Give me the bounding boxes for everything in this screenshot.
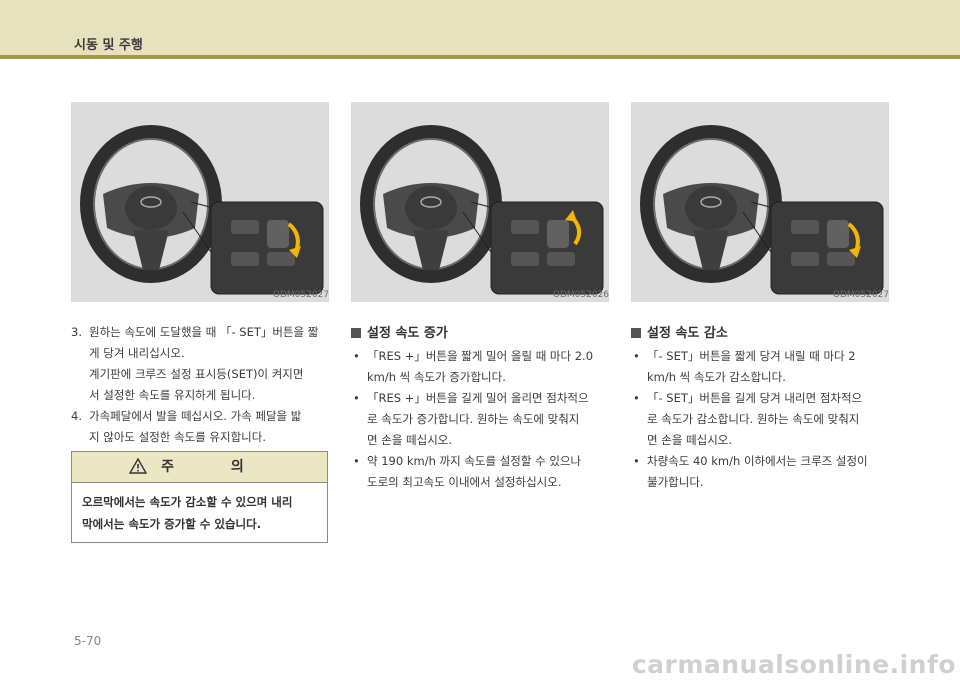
text-line: 「- SET」버튼을 길게 당겨 내리면 점차적으 xyxy=(647,391,863,405)
figure-3-caption: ODM052027 xyxy=(832,290,889,300)
list-item: 4. 가속페달에서 발을 떼십시오. 가속 페달을 밟 지 않아도 설정한 속도… xyxy=(71,406,333,448)
text-line: 가속페달에서 발을 떼십시오. 가속 페달을 밟 xyxy=(89,409,302,423)
middle-column: • 「RES +」버튼을 짧게 밀어 올릴 때 마다 2.0 km/h 씩 속도… xyxy=(351,346,613,493)
text-line: 로 속도가 감소합니다. 원하는 속도에 맞춰지 xyxy=(647,412,860,426)
text-line: 로 속도가 증가합니다. 원하는 속도에 맞춰지 xyxy=(367,412,580,426)
steering-wheel-icon xyxy=(80,125,222,283)
caution-header: 주 의 xyxy=(72,452,327,483)
text-line: 「RES +」버튼을 길게 밀어 올리면 점차적으 xyxy=(367,391,589,405)
text-line: 「- SET」버튼을 짧게 당겨 내릴 때 마다 2 xyxy=(647,349,856,363)
list-number: 4. xyxy=(71,409,82,423)
text-line: 면 손을 떼십시오. xyxy=(367,433,453,447)
cruise-control-switch-zoom xyxy=(770,201,884,295)
text-line: 도로의 최고속도 이내에서 설정하십시오. xyxy=(367,475,562,489)
page-header: 시동 및 주행 xyxy=(0,0,960,55)
steering-wheel-figure-2 xyxy=(351,102,609,302)
list-item: 3. 원하는 속도에 도달했을 때 「- SET」버튼을 짧 게 당겨 내리십시… xyxy=(71,322,333,406)
bullet-icon: • xyxy=(353,391,360,405)
text-line: 차량속도 40 km/h 이하에서는 크루즈 설정이 xyxy=(647,454,868,468)
right-column: • 「- SET」버튼을 짧게 당겨 내릴 때 마다 2 km/h 씩 속도가 … xyxy=(631,346,893,493)
caution-box: 주 의 오르막에서는 속도가 감소할 수 있으며 내리 막에서는 속도가 증가할… xyxy=(71,451,328,543)
warning-triangle-icon xyxy=(128,455,148,485)
caution-body: 오르막에서는 속도가 감소할 수 있으며 내리 막에서는 속도가 증가할 수 있… xyxy=(72,483,327,543)
square-bullet-icon xyxy=(631,328,641,338)
text-line: 「RES +」버튼을 짧게 밀어 올릴 때 마다 2.0 xyxy=(367,349,594,363)
list-item: • 약 190 km/h 까지 속도를 설정할 수 있으나 도로의 최고속도 이… xyxy=(351,451,613,493)
steering-wheel-figure-1 xyxy=(71,102,329,302)
page-number: 5-70 xyxy=(74,634,102,648)
cruise-control-switch-zoom xyxy=(210,201,324,295)
bullet-icon: • xyxy=(353,349,360,363)
text-line: km/h 씩 속도가 증가합니다. xyxy=(367,370,506,384)
bullet-icon: • xyxy=(353,454,360,468)
text-line: km/h 씩 속도가 감소합니다. xyxy=(647,370,786,384)
figure-2-caption: ODM052026 xyxy=(552,290,609,300)
text-line: 게 당겨 내리십시오. xyxy=(89,346,185,360)
heading-text: 설정 속도 감소 xyxy=(647,326,728,341)
steering-wheel-icon xyxy=(360,125,502,283)
text-line: 계기판에 크루즈 설정 표시등(SET)이 켜지면 xyxy=(89,367,304,381)
list-item: • 「- SET」버튼을 짧게 당겨 내릴 때 마다 2 km/h 씩 속도가 … xyxy=(631,346,893,388)
bullet-icon: • xyxy=(633,349,640,363)
text-line: 막에서는 속도가 증가할 수 있습니다. xyxy=(82,517,262,531)
watermark: carmanualsonline.info xyxy=(631,650,956,679)
text-line: 서 설정한 속도를 유지하게 됩니다. xyxy=(89,388,256,402)
list-item: • 차량속도 40 km/h 이하에서는 크루즈 설정이 불가합니다. xyxy=(631,451,893,493)
cruise-control-switch-zoom xyxy=(490,201,604,295)
steering-wheel-icon xyxy=(640,125,782,283)
list-number: 3. xyxy=(71,325,82,339)
text-line: 불가합니다. xyxy=(647,475,704,489)
heading-text: 설정 속도 증가 xyxy=(367,326,448,341)
list-item: • 「RES +」버튼을 짧게 밀어 올릴 때 마다 2.0 km/h 씩 속도… xyxy=(351,346,613,388)
bullet-icon: • xyxy=(633,391,640,405)
text-line: 오르막에서는 속도가 감소할 수 있으며 내리 xyxy=(82,495,293,509)
figure-1-caption: ODM052027 xyxy=(272,290,329,300)
bullet-icon: • xyxy=(633,454,640,468)
text-line: 면 손을 떼십시오. xyxy=(647,433,733,447)
left-column: 3. 원하는 속도에 도달했을 때 「- SET」버튼을 짧 게 당겨 내리십시… xyxy=(71,322,333,448)
text-line: 지 않아도 설정한 속도를 유지합니다. xyxy=(89,430,266,444)
text-line: 원하는 속도에 도달했을 때 「- SET」버튼을 짧 xyxy=(89,325,319,339)
steering-wheel-figure-3 xyxy=(631,102,889,302)
section-heading-decrease: 설정 속도 감소 xyxy=(631,322,728,341)
header-rule xyxy=(0,55,960,59)
list-item: • 「RES +」버튼을 길게 밀어 올리면 점차적으 로 속도가 증가합니다.… xyxy=(351,388,613,451)
text-line: 약 190 km/h 까지 속도를 설정할 수 있으나 xyxy=(367,454,582,468)
list-item: • 「- SET」버튼을 길게 당겨 내리면 점차적으 로 속도가 감소합니다.… xyxy=(631,388,893,451)
square-bullet-icon xyxy=(351,328,361,338)
caution-title: 주 의 xyxy=(161,459,270,475)
section-title: 시동 및 주행 xyxy=(74,38,143,53)
section-heading-increase: 설정 속도 증가 xyxy=(351,322,448,341)
